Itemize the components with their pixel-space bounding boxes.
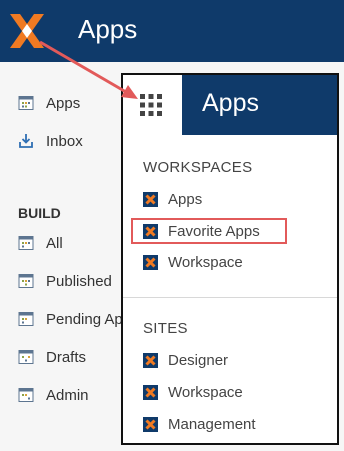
annotation-arrow-icon xyxy=(39,40,138,99)
